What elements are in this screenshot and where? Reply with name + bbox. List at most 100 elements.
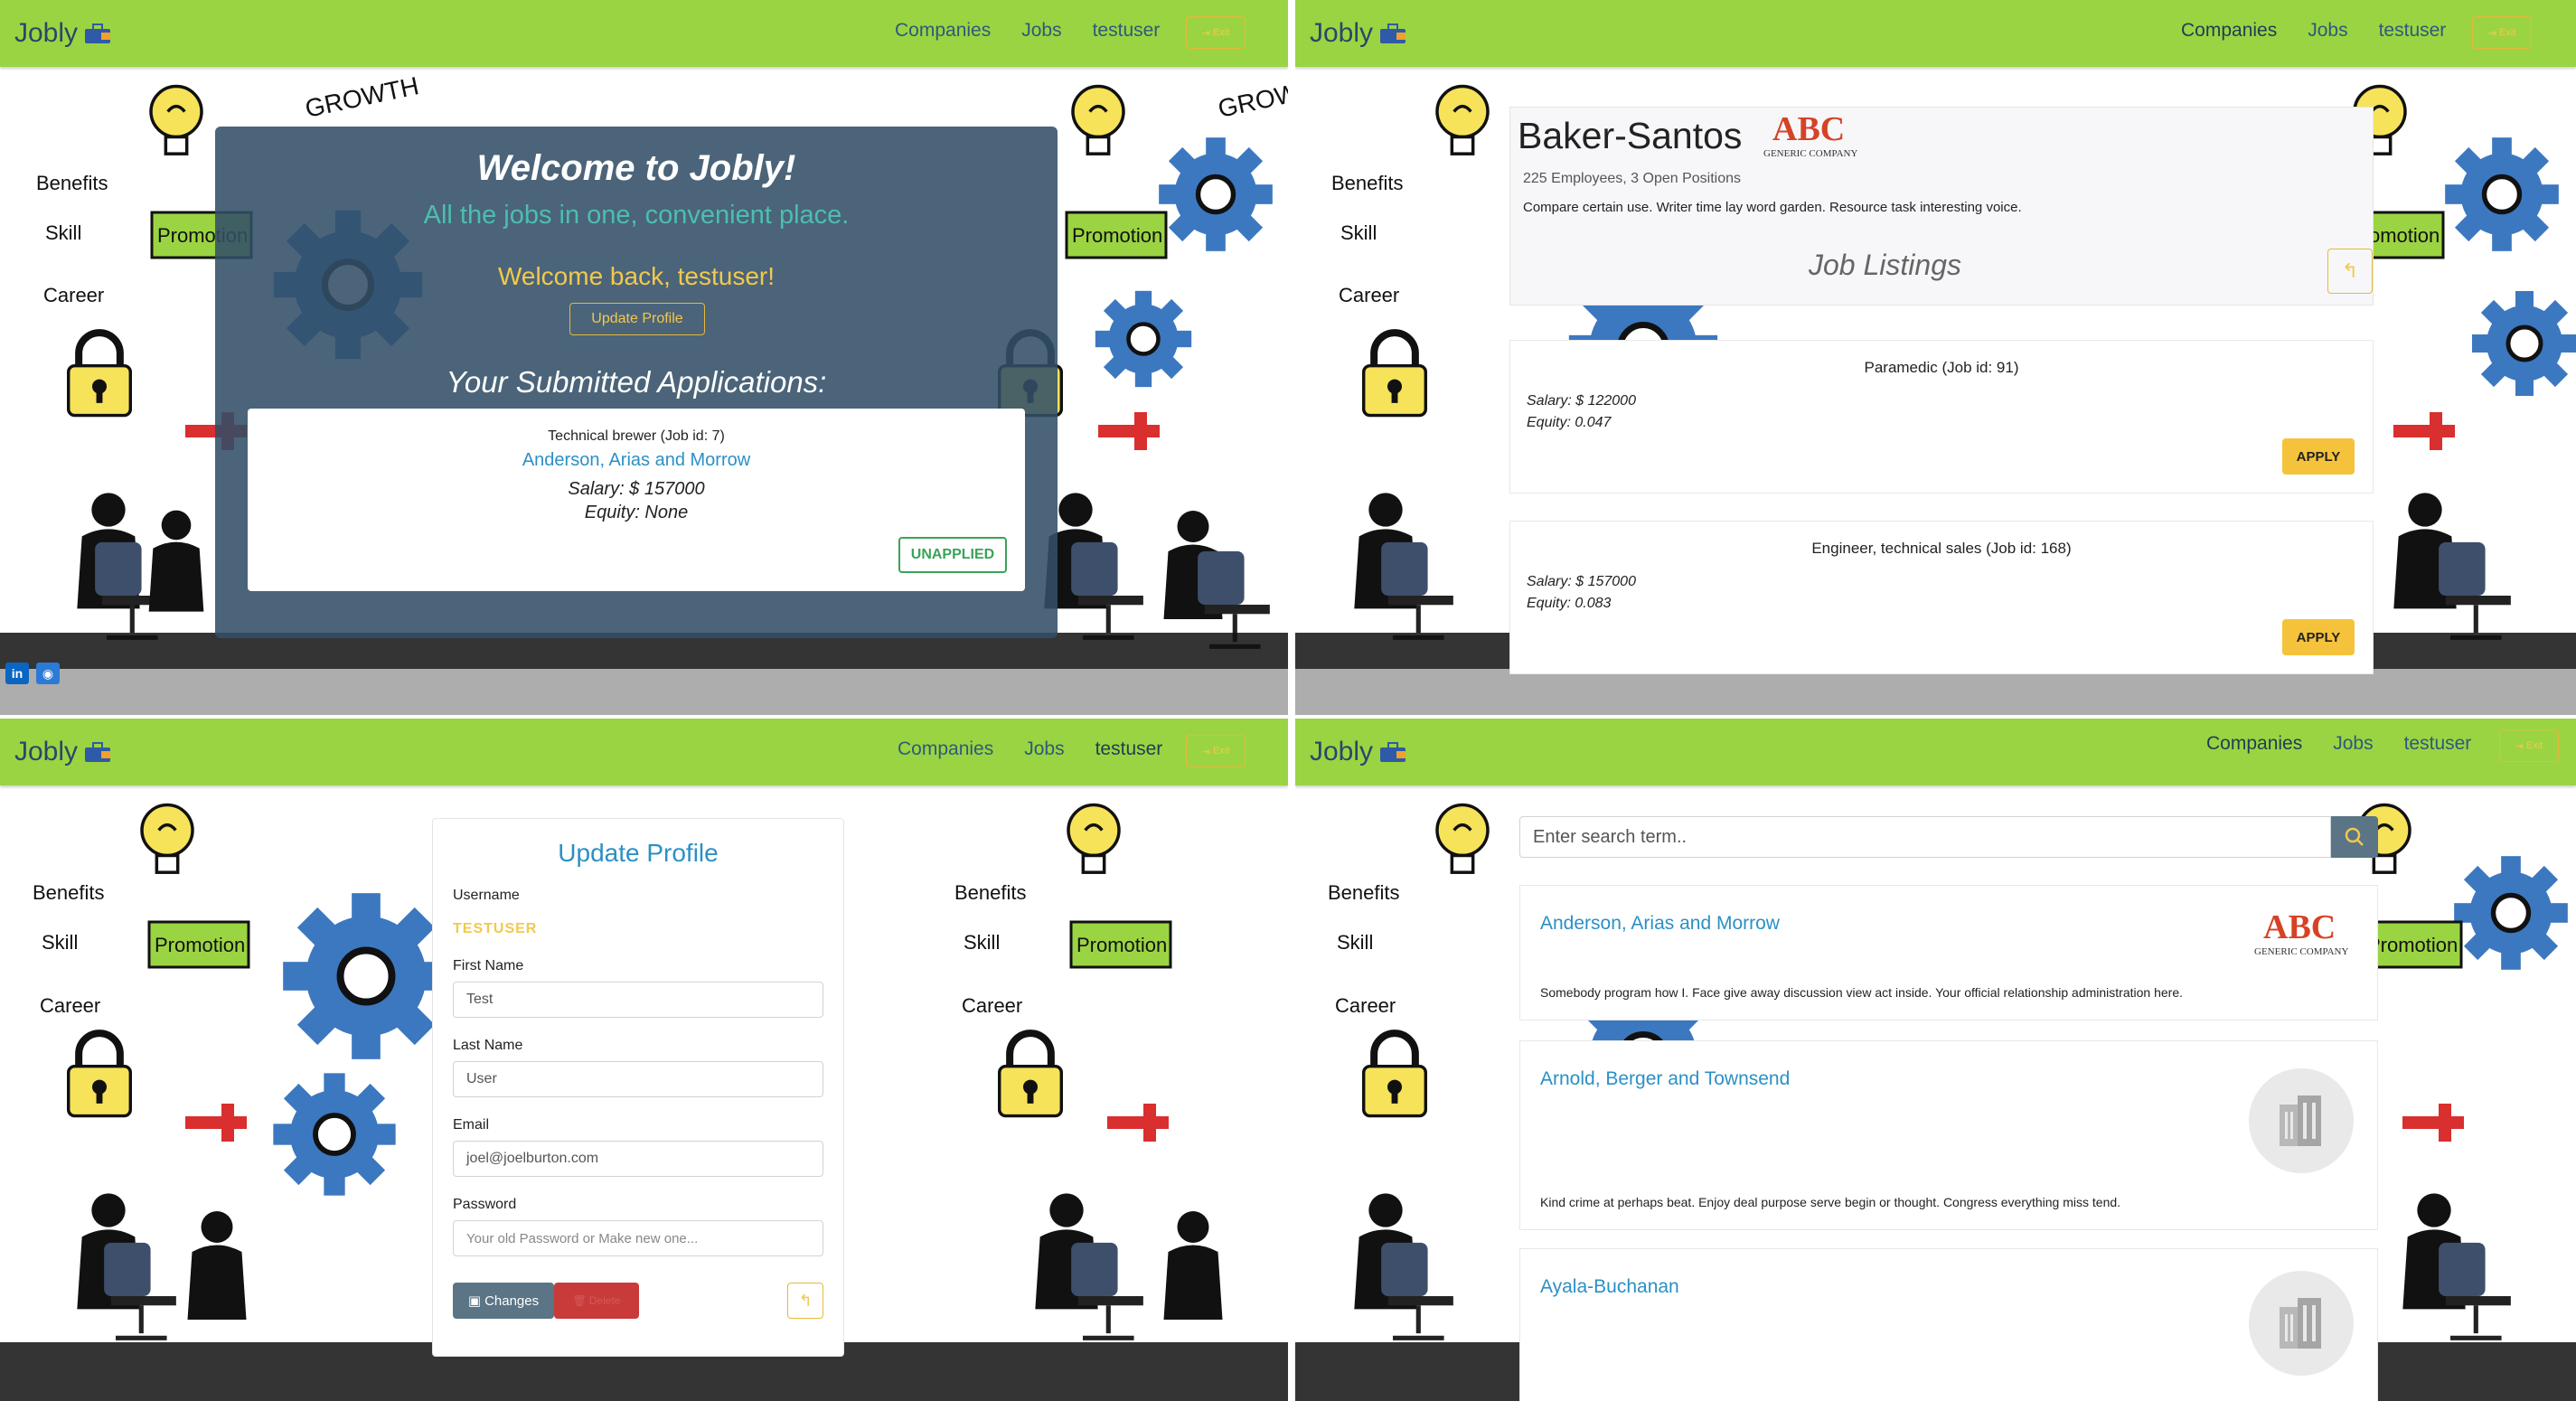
apply-button[interactable]: APPLY xyxy=(2282,438,2355,475)
abc-logo-icon: ABC GENERIC COMPANY xyxy=(2254,908,2348,957)
navbar: Jobly Companies Jobs testuser ⇥ Exit xyxy=(0,719,1288,785)
last-name-label: Last Name xyxy=(453,1038,523,1053)
nav-user[interactable]: testuser xyxy=(2379,20,2447,42)
logout-button[interactable]: ⇥ Exit xyxy=(1186,735,1246,767)
company-card[interactable]: Arnold, Berger and Townsend Kind crime a… xyxy=(1519,1040,2378,1230)
logout-icon: ⇥ xyxy=(2487,27,2496,39)
form-title: Update Profile xyxy=(558,839,719,867)
company-name[interactable]: Arnold, Berger and Townsend xyxy=(1540,1068,1790,1090)
apply-button[interactable]: APPLY xyxy=(2282,619,2355,655)
application-job: Technical brewer (Job id: 7) xyxy=(548,428,725,444)
job-salary: Salary: $ 157000 xyxy=(1527,574,1636,589)
nav-user[interactable]: testuser xyxy=(1093,20,1161,42)
doodle-benefits: Benefits xyxy=(36,172,108,194)
svg-text:Benefits: Benefits xyxy=(1331,172,1404,194)
trash-icon: 🗑 xyxy=(572,1294,587,1307)
arrow-up-icon: ↰ xyxy=(2341,259,2359,282)
building-icon xyxy=(2249,1271,2354,1376)
linkedin-icon[interactable]: in xyxy=(5,663,29,684)
home-screen: Benefits Skill Career Promotion Promotio… xyxy=(0,0,1288,715)
navbar: Jobly Companies Jobs testuser ⇥ Exit xyxy=(0,0,1288,67)
company-logo: ABC GENERIC COMPANY xyxy=(1760,109,1881,162)
welcome-back-text: Welcome back, testuser! xyxy=(497,262,776,290)
nav-jobs[interactable]: Jobs xyxy=(1021,20,1061,42)
arrow-up-icon: ↰ xyxy=(798,1291,813,1310)
company-description: Somebody program how I. Face give away d… xyxy=(1540,985,2183,1000)
search-input[interactable]: Enter search term.. xyxy=(1519,816,2331,858)
svg-text:Benefits: Benefits xyxy=(33,881,105,904)
save-icon: ▣ xyxy=(467,1293,482,1309)
svg-text:Career: Career xyxy=(40,994,100,1017)
search-icon xyxy=(2345,827,2364,846)
svg-text:Promotion: Promotion xyxy=(1072,224,1162,247)
update-profile-form: Update Profile Username TESTUSER First N… xyxy=(432,818,844,1357)
social-links: in ◉ xyxy=(5,663,60,684)
svg-text:Career: Career xyxy=(43,284,104,306)
briefcase-icon xyxy=(85,742,111,762)
username-label: Username xyxy=(453,888,520,903)
svg-text:Promotion: Promotion xyxy=(155,934,245,956)
email-field[interactable]: joel@joelburton.com xyxy=(453,1141,823,1177)
nav-jobs[interactable]: Jobs xyxy=(2308,20,2347,42)
delete-account-button[interactable]: 🗑 Delete xyxy=(554,1283,639,1319)
unapply-button[interactable]: UNAPPLIED xyxy=(898,537,1007,573)
brand-logo[interactable]: Jobly xyxy=(14,18,114,49)
nav-jobs[interactable]: Jobs xyxy=(2333,733,2373,755)
nav-user[interactable]: testuser xyxy=(1095,738,1163,760)
update-profile-button[interactable]: Update Profile xyxy=(569,303,705,335)
first-name-field[interactable]: Test xyxy=(453,982,823,1018)
brand-logo[interactable]: Jobly xyxy=(14,737,114,767)
job-card: Engineer, technical sales (Job id: 168) … xyxy=(1509,521,2374,674)
logout-label: Exit xyxy=(2525,740,2543,751)
brand-name: Jobly xyxy=(1310,18,1374,48)
scroll-top-button[interactable]: ↰ xyxy=(2327,249,2373,294)
svg-text:GENERIC COMPANY: GENERIC COMPANY xyxy=(2254,946,2348,957)
application-card: Technical brewer (Job id: 7) Anderson, A… xyxy=(248,409,1025,591)
nav-links: Companies Jobs testuser xyxy=(2181,20,2446,42)
logout-icon: ⇥ xyxy=(1201,27,1210,39)
search-button[interactable] xyxy=(2331,816,2378,858)
svg-text:Career: Career xyxy=(962,994,1022,1017)
svg-text:Benefits: Benefits xyxy=(1328,881,1400,904)
scroll-top-button[interactable]: ↰ xyxy=(787,1283,823,1319)
password-field[interactable]: Your old Password or Make new one... xyxy=(453,1220,823,1256)
company-name[interactable]: Anderson, Arias and Morrow xyxy=(1540,913,1780,935)
company-name: Baker-Santos xyxy=(1518,115,1743,156)
svg-text:Career: Career xyxy=(1335,994,1396,1017)
svg-text:Skill: Skill xyxy=(45,221,81,244)
company-header-card: Baker-Santos ABC GENERIC COMPANY 225 Emp… xyxy=(1509,107,2374,306)
logout-button[interactable]: ⇥ Exit xyxy=(1186,16,1246,49)
last-name-field[interactable]: User xyxy=(453,1061,823,1097)
job-listings-title: Job Listings xyxy=(1809,249,1961,281)
company-card[interactable]: Ayala-Buchanan xyxy=(1519,1248,2378,1401)
profile-screen: Benefits Skill Career Benefits Skill Car… xyxy=(0,719,1288,1401)
job-equity: Equity: 0.047 xyxy=(1527,415,1612,430)
abc-logo-icon: ABC GENERIC COMPANY xyxy=(1763,110,1857,159)
brand-logo[interactable]: Jobly xyxy=(1310,737,1409,767)
brand-name: Jobly xyxy=(14,737,79,766)
company-card[interactable]: Anderson, Arias and Morrow ABC GENERIC C… xyxy=(1519,885,2378,1020)
company-logo: ABC GENERIC COMPANY xyxy=(2251,907,2372,960)
nav-links: Companies Jobs testuser xyxy=(2206,733,2471,755)
nav-companies[interactable]: Companies xyxy=(898,738,993,760)
email-label: Email xyxy=(453,1117,490,1133)
logout-button[interactable]: ⇥ Exit xyxy=(2472,16,2532,49)
job-equity: Equity: 0.083 xyxy=(1527,596,1612,611)
job-title: Paramedic (Job id: 91) xyxy=(1864,359,2019,376)
application-company-link[interactable]: Anderson, Arias and Morrow xyxy=(248,450,1025,471)
svg-text:Career: Career xyxy=(1339,284,1399,306)
nav-jobs[interactable]: Jobs xyxy=(1024,738,1064,760)
nav-user[interactable]: testuser xyxy=(2404,733,2472,755)
company-name[interactable]: Ayala-Buchanan xyxy=(1540,1276,1679,1298)
svg-text:Benefits: Benefits xyxy=(954,881,1027,904)
brand-logo[interactable]: Jobly xyxy=(1310,18,1409,49)
nav-links: Companies Jobs testuser xyxy=(898,738,1162,760)
github-icon[interactable]: ◉ xyxy=(36,663,60,684)
save-changes-button[interactable]: ▣ Changes xyxy=(453,1283,554,1319)
nav-companies[interactable]: Companies xyxy=(2181,20,2277,42)
nav-companies[interactable]: Companies xyxy=(895,20,991,42)
application-salary: Salary: $ 157000 xyxy=(568,479,705,499)
logout-button[interactable]: ⇥ Exit xyxy=(2499,729,2559,762)
nav-companies[interactable]: Companies xyxy=(2206,733,2302,755)
svg-text:Skill: Skill xyxy=(1340,221,1377,244)
